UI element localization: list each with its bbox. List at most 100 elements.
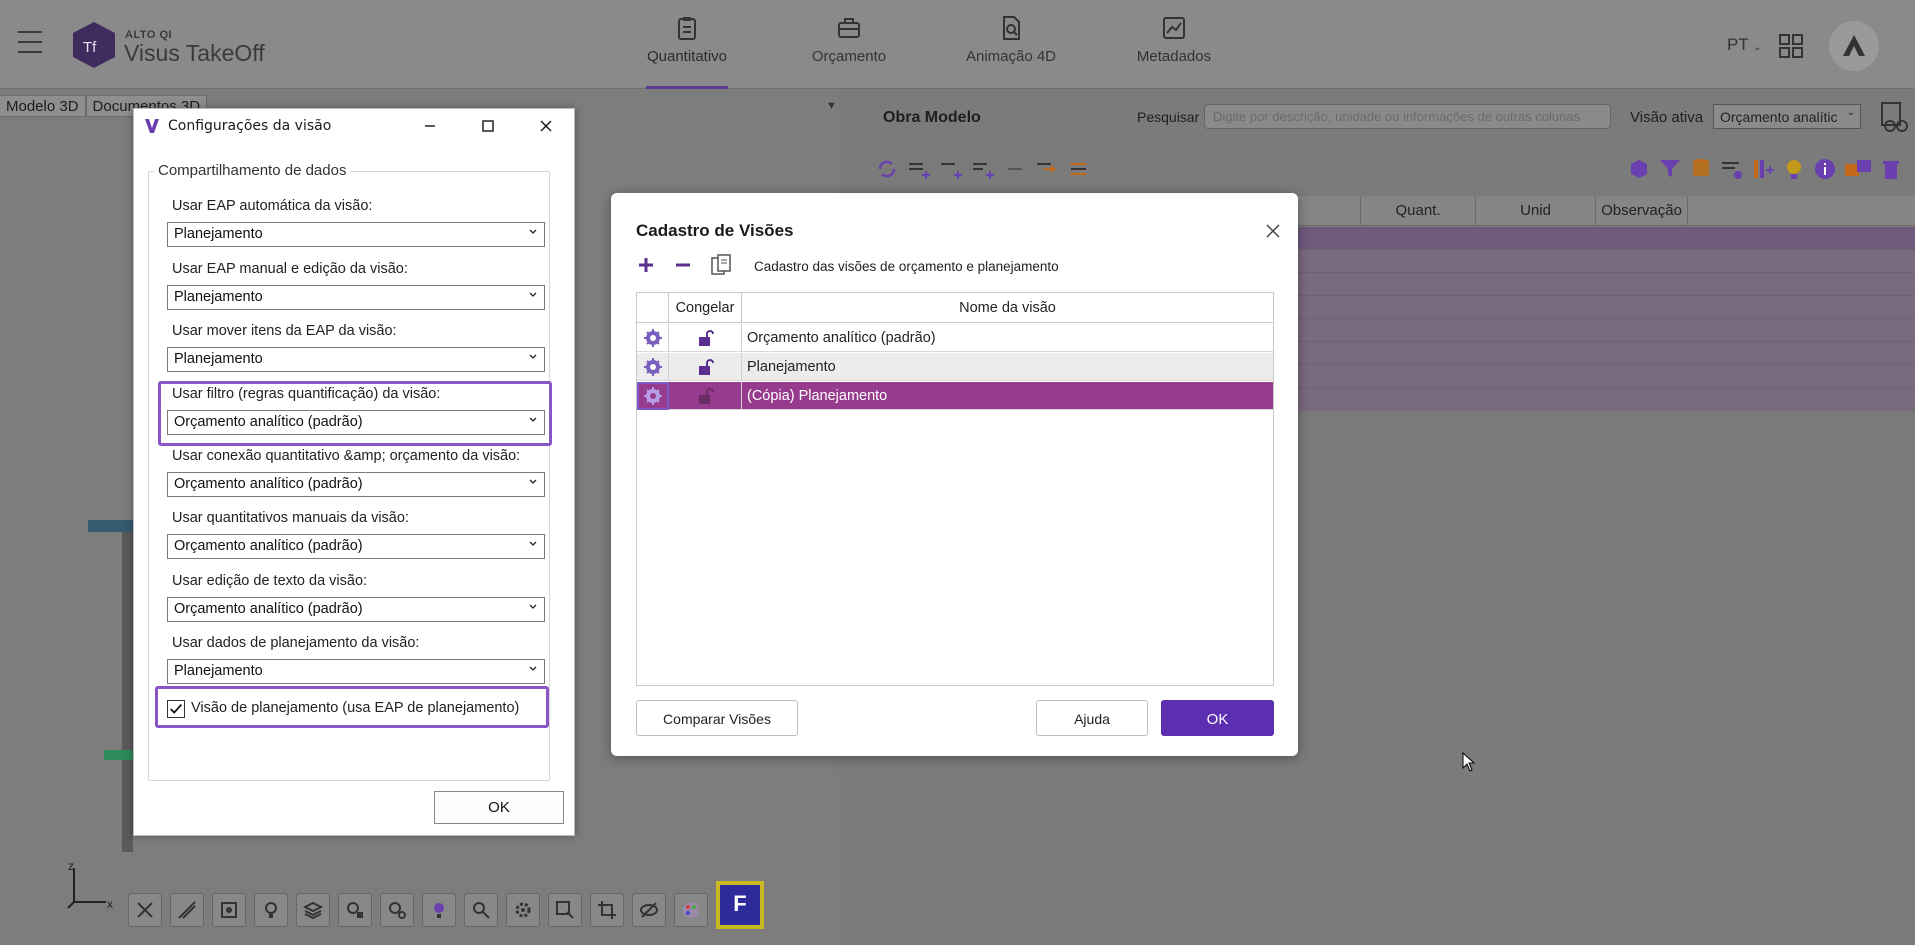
manual-quantities-select[interactable]: Orçamento analítico (padrão) [167, 534, 545, 559]
close-icon[interactable] [535, 115, 557, 137]
row-settings-button[interactable] [637, 353, 669, 381]
view-toolbar: F [128, 881, 764, 929]
trash-icon[interactable] [1878, 156, 1904, 182]
help-button[interactable]: Ajuda [1036, 700, 1148, 736]
row-settings-button[interactable] [637, 382, 669, 410]
compare-views-button[interactable]: Comparar Visões [636, 700, 798, 736]
list-settings-icon[interactable] [1719, 156, 1745, 182]
active-view-select[interactable]: Orçamento analític ⌄ [1713, 104, 1861, 129]
search-view-icon[interactable] [464, 893, 498, 927]
tab-metadados[interactable]: Metadados [1134, 0, 1214, 89]
gear-icon [643, 358, 662, 376]
table-row[interactable] [1296, 319, 1915, 342]
remove-icon[interactable] [671, 253, 695, 277]
grid-col-observacao[interactable]: Observação [1595, 196, 1687, 225]
minimize-icon[interactable] [419, 115, 441, 137]
avatar[interactable] [1829, 21, 1879, 71]
zoom-window-icon[interactable] [548, 893, 582, 927]
svg-text:Tf: Tf [83, 39, 97, 56]
copy-icon[interactable] [709, 253, 733, 277]
lightbulb-grid-icon[interactable] [338, 893, 372, 927]
freeze-toggle[interactable] [669, 324, 742, 352]
database-icon[interactable] [1688, 156, 1714, 182]
table-row[interactable] [1296, 273, 1915, 296]
row-settings-button[interactable] [637, 324, 669, 352]
layers-icon[interactable] [296, 893, 330, 927]
select-value: Orçamento analítico (padrão) [174, 601, 363, 617]
info-icon[interactable] [1812, 156, 1838, 182]
list-order-icon[interactable] [1066, 156, 1092, 182]
gear-icon[interactable] [506, 893, 540, 927]
eap-move-select[interactable]: Planejamento [167, 347, 545, 372]
table-row[interactable]: Orçamento analítico (padrão) [637, 324, 1273, 352]
apps-grid-icon[interactable] [1779, 34, 1803, 58]
autodesk-logo-icon [1843, 35, 1865, 56]
hamburger-menu-icon[interactable] [18, 31, 42, 55]
add-subitem-icon[interactable] [970, 156, 996, 182]
freeze-toggle[interactable] [669, 353, 742, 381]
connection-select[interactable]: Orçamento analítico (padrão) [167, 472, 545, 497]
table-row[interactable] [1296, 296, 1915, 319]
group-legend: Compartilhamento de dados [154, 162, 351, 179]
section-icon[interactable] [128, 893, 162, 927]
focus-icon[interactable] [212, 893, 246, 927]
eap-manual-select[interactable]: Planejamento [167, 285, 545, 310]
filter-rules-select[interactable]: Orçamento analítico (padrão) [167, 410, 545, 435]
filter-icon[interactable] [1657, 156, 1683, 182]
tab-quantitativo[interactable]: Quantitativo [646, 0, 728, 89]
language-selector[interactable]: PT ⌄ [1727, 35, 1762, 55]
tab-animacao-4d[interactable]: Animação 4D [963, 0, 1059, 89]
add-item-icon[interactable] [906, 156, 932, 182]
chevron-down-icon [529, 354, 537, 359]
table-header: Congelar Nome da visão [637, 293, 1273, 323]
lightbulb-icon[interactable] [254, 893, 288, 927]
view-name: Orçamento analítico (padrão) [747, 330, 936, 346]
text-edit-select[interactable]: Orçamento analítico (padrão) [167, 597, 545, 622]
tab-orcamento[interactable]: Orçamento [806, 0, 892, 89]
planning-data-select[interactable]: Planejamento [167, 659, 545, 684]
lightbulb-search-icon[interactable] [380, 893, 414, 927]
ok-button[interactable]: OK [1161, 700, 1274, 736]
eap-auto-select[interactable]: Planejamento [167, 222, 545, 247]
tab-modelo-3d[interactable]: Modelo 3D [0, 95, 86, 117]
table-row[interactable] [1296, 250, 1915, 273]
component-icon[interactable] [1626, 156, 1652, 182]
lightbulb-purple-icon[interactable] [422, 893, 456, 927]
measure-icon[interactable] [170, 893, 204, 927]
refresh-icon[interactable] [874, 156, 900, 182]
maximize-icon[interactable] [477, 115, 499, 137]
table-row[interactable] [1296, 342, 1915, 365]
crop-icon[interactable] [590, 893, 624, 927]
table-row[interactable]: Planejamento [637, 353, 1273, 381]
quantitativo-toolbar-right [1626, 156, 1904, 182]
insert-item-icon[interactable] [938, 156, 964, 182]
grid-col-unid[interactable]: Unid [1475, 196, 1595, 225]
col-name-header[interactable]: Nome da visão [742, 293, 1273, 323]
ok-button[interactable]: OK [434, 791, 564, 824]
tab-list-icon[interactable]: ▼ [826, 100, 837, 112]
transfer-icon[interactable] [1843, 156, 1873, 182]
unlock-icon [699, 388, 714, 404]
table-row[interactable] [1296, 365, 1915, 388]
planning-view-checkbox[interactable] [167, 700, 185, 718]
lightbulb-settings-icon[interactable] [1781, 156, 1807, 182]
palette-icon[interactable] [674, 893, 708, 927]
checkbox-label: Visão de planejamento (usa EAP de planej… [191, 700, 520, 716]
remove-item-icon[interactable] [1002, 156, 1028, 182]
table-row-selected[interactable]: (Cópia) Planejamento [637, 382, 1273, 410]
quantitativo-grid-header: Quant. Unid Observação [1296, 196, 1915, 226]
add-icon[interactable] [634, 253, 658, 277]
move-item-icon[interactable] [1034, 156, 1060, 182]
hide-icon[interactable] [632, 893, 666, 927]
add-column-icon[interactable] [1750, 156, 1776, 182]
view-cube-icon[interactable]: F [716, 881, 764, 929]
tab-label: Animação 4D [965, 48, 1057, 65]
col-freeze-header[interactable]: Congelar [669, 293, 742, 323]
view-settings-icon[interactable] [1876, 100, 1910, 134]
grid-col-quant[interactable]: Quant. [1360, 196, 1475, 225]
active-view-value: Orçamento analític [1720, 109, 1838, 125]
search-input[interactable]: Digite por descrição, unidade ou informa… [1204, 104, 1611, 129]
freeze-toggle[interactable] [669, 382, 742, 410]
table-row[interactable] [1296, 227, 1915, 250]
close-icon[interactable] [1265, 223, 1281, 239]
